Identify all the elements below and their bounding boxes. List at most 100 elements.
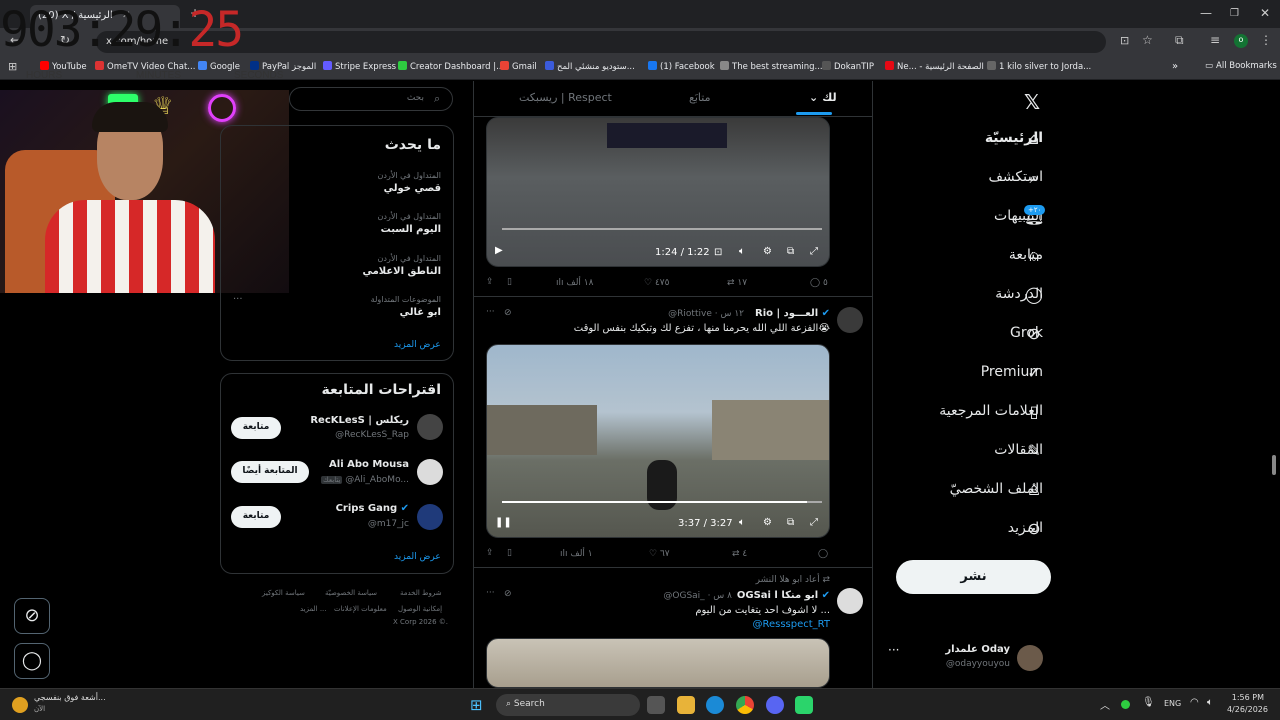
address-bar[interactable]: x.com/home <box>96 31 1106 53</box>
follow-back-button[interactable]: المتابعة أيضًا <box>231 461 309 483</box>
tab-respect[interactable]: ريسبكت | Respect <box>519 91 612 104</box>
start-icon[interactable]: ⊞ <box>470 696 483 714</box>
overflow-chevron-icon[interactable]: » <box>1172 61 1178 72</box>
suggestion-avatar[interactable] <box>417 504 443 530</box>
trend-item[interactable]: اليوم السبت <box>381 224 441 235</box>
tab-following[interactable]: متابَع <box>689 91 710 104</box>
tweet-video[interactable]: ▶ 1:24 / 1:22 ⊡ 🔈︎ ⚙ ⧉ ⤢ <box>486 117 830 267</box>
bookmark-item[interactable]: Creator Dashboard |... <box>398 61 504 72</box>
play-icon[interactable]: ▶ <box>495 245 503 256</box>
star-icon[interactable]: ☆ <box>1142 33 1153 47</box>
show-more-link[interactable]: عرض المزيد <box>394 552 441 562</box>
clock-time[interactable]: 1:56 PM <box>1224 693 1264 702</box>
post-button[interactable]: نشر <box>896 560 1051 594</box>
search-icon[interactable]: ⌕ <box>1024 168 1044 188</box>
bookmark-item[interactable]: 1 kilo silver to Jorda... <box>987 61 1091 72</box>
grok-float-button[interactable]: ⊘ <box>14 598 50 634</box>
premium-icon[interactable]: ✓ <box>1024 363 1044 383</box>
bookmark-item[interactable]: (1) Facebook <box>648 61 715 72</box>
trend-item[interactable]: الناطق الاعلامي <box>362 266 441 277</box>
extensions-icon[interactable]: ⧉ <box>1175 33 1184 48</box>
likes-count[interactable]: ♡ ٦٧ <box>649 549 670 559</box>
bookmark-icon[interactable]: ▯ <box>507 277 512 287</box>
views-count[interactable]: ılı ١ ألف <box>560 549 593 559</box>
suggestion-avatar[interactable] <box>417 414 443 440</box>
bookmark-item[interactable]: DokanTIP <box>822 61 874 72</box>
author-avatar[interactable] <box>837 588 863 614</box>
popout-icon[interactable]: ⧉ <box>787 517 794 528</box>
suggestion-name[interactable]: Ali Abo Mousa <box>329 459 409 470</box>
menu-icon[interactable]: ⋮ <box>1260 33 1272 47</box>
grok-icon[interactable]: ⊘ <box>1024 324 1044 344</box>
all-bookmarks[interactable]: ▭ All Bookmarks <box>1205 61 1277 71</box>
app-icon[interactable] <box>795 696 813 714</box>
volume-icon[interactable]: 🔈︎ <box>739 246 745 257</box>
popout-icon[interactable]: ⧉ <box>787 246 794 257</box>
maximize-icon[interactable]: ❐ <box>1230 8 1239 19</box>
tweet-image[interactable] <box>486 638 830 688</box>
more-icon[interactable]: ··· <box>486 307 495 317</box>
suggestion-avatar[interactable] <box>417 459 443 485</box>
chat-icon[interactable]: ◯ <box>1024 285 1044 305</box>
bookmark-item[interactable]: Stripe Express <box>323 61 396 72</box>
footer-link[interactable]: إمكانية الوصول <box>398 605 442 613</box>
profile-avatar[interactable]: o <box>1234 34 1248 48</box>
likes-count[interactable]: ♡ ٤٧٥ <box>644 278 669 288</box>
search-input[interactable]: بحث <box>289 87 453 111</box>
file-explorer-icon[interactable] <box>677 696 695 714</box>
tray-status-icon[interactable] <box>1121 700 1130 709</box>
share-icon[interactable]: ⇪ <box>486 277 494 287</box>
scrollbar[interactable] <box>1272 455 1276 475</box>
pause-icon[interactable]: ❚❚ <box>495 517 512 528</box>
weather-icon[interactable] <box>12 697 28 713</box>
volume-icon[interactable]: 🔈︎ <box>739 517 745 528</box>
tweet-mention[interactable]: @Ressspect_RT <box>752 619 830 630</box>
author-name[interactable]: Rio | العـــود ✔ <box>755 308 830 319</box>
bookmark-item[interactable]: The best streaming... <box>720 61 823 72</box>
follow-button[interactable]: متابعة <box>231 506 281 528</box>
follow-button[interactable]: متابعة <box>231 417 281 439</box>
footer-link[interactable]: شروط الخدمة <box>400 589 442 597</box>
reply-icon[interactable]: ◯ <box>818 549 828 559</box>
wifi-icon[interactable]: ◠ <box>1190 697 1199 708</box>
retweets-count[interactable]: ⇄ ٤ <box>732 549 747 559</box>
account-avatar[interactable] <box>1017 645 1043 671</box>
install-icon[interactable]: ⊡ <box>1120 34 1129 47</box>
minimize-icon[interactable]: — <box>1200 6 1212 20</box>
clock-date[interactable]: 4/26/2026 <box>1220 705 1268 714</box>
captions-icon[interactable]: ⊡ <box>714 247 722 258</box>
fullscreen-icon[interactable]: ⤢ <box>810 246 818 257</box>
x-logo-icon[interactable]: 𝕏 <box>1024 90 1040 114</box>
apps-icon[interactable]: ⊞ <box>8 60 17 73</box>
trend-item[interactable]: قصي خولي <box>384 183 441 194</box>
footer-link[interactable]: سياسة الكوكيز <box>262 589 305 597</box>
tab-for-you[interactable]: ⌄ لك <box>809 91 837 104</box>
settings-icon[interactable]: ⚙ <box>763 517 772 528</box>
video-progress-bar[interactable] <box>502 228 822 230</box>
more-icon[interactable]: ··· <box>486 588 495 598</box>
home-icon[interactable]: ⌂ <box>1024 129 1044 149</box>
language-indicator[interactable]: ENG <box>1164 699 1181 708</box>
replies-count[interactable]: ◯ ٥ <box>810 278 828 288</box>
show-more-link[interactable]: عرض المزيد <box>394 340 441 350</box>
footer-link[interactable]: معلومات الإعلانات <box>334 605 387 613</box>
suggestion-name[interactable]: Crips Gang ✔ <box>336 503 409 514</box>
views-count[interactable]: ılı ١٨ ألف <box>556 278 593 288</box>
bookmark-item[interactable]: ستوديو منشئي المح... <box>545 61 635 72</box>
task-view-icon[interactable] <box>647 696 665 714</box>
discord-icon[interactable] <box>766 696 784 714</box>
more-icon[interactable]: ⊙ <box>1024 519 1044 539</box>
bookmark-icon[interactable]: ▯ <box>507 548 512 558</box>
speaker-icon[interactable]: 🔈︎ <box>1207 697 1213 708</box>
taskbar-search[interactable]: ⌕ Search <box>496 694 640 716</box>
suggestion-name[interactable]: RecKLesS | ريكلس <box>310 415 409 426</box>
share-icon[interactable]: ⇪ <box>486 548 494 558</box>
tweet-video[interactable]: ❚❚ 3:37 / 3:27 🔈︎ ⚙ ⧉ ⤢ <box>486 344 830 538</box>
edge-icon[interactable] <box>706 696 724 714</box>
trend-item[interactable]: ابو غالي <box>400 307 441 318</box>
footer-link[interactable]: المزيد ... <box>300 605 327 613</box>
window-close-icon[interactable]: ✕ <box>1260 6 1270 20</box>
more-icon[interactable]: ··· <box>233 294 243 305</box>
footer-link[interactable]: سياسة الخصوصيّة <box>325 589 377 597</box>
bookmark-icon[interactable]: ▯ <box>1024 402 1044 422</box>
